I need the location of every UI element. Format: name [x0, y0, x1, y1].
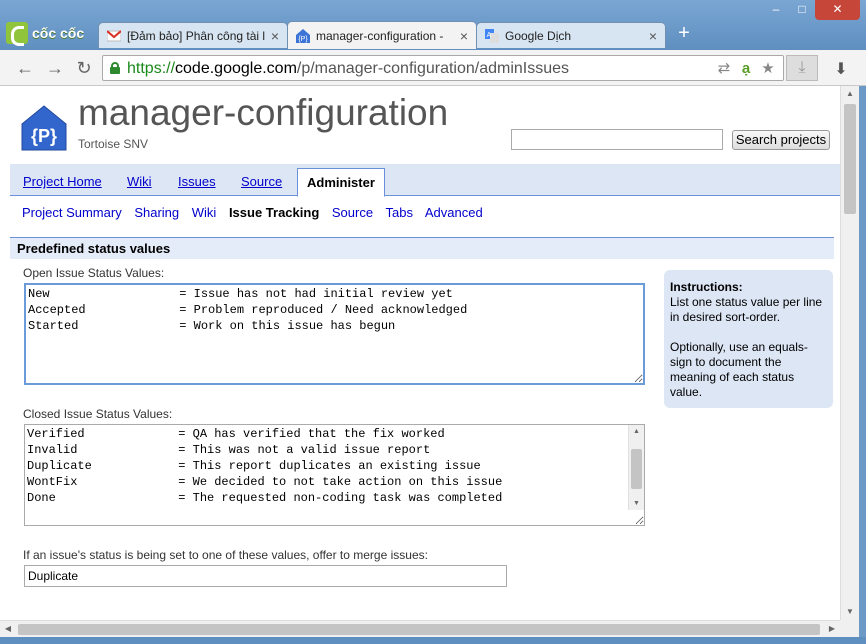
close-icon[interactable]: ×	[460, 28, 468, 44]
scroll-thumb[interactable]	[631, 449, 642, 489]
close-icon[interactable]: ×	[271, 28, 279, 44]
instructions-box: Instructions: List one status value per …	[664, 270, 833, 408]
scroll-thumb[interactable]	[844, 104, 856, 214]
url-scheme: https://	[127, 60, 176, 77]
svg-text:{P}: {P}	[298, 36, 308, 43]
subnav-project-summary[interactable]: Project Summary	[22, 205, 122, 220]
tab-source[interactable]: Source	[241, 174, 282, 189]
maximize-icon[interactable]: □	[789, 0, 815, 20]
open-status-label: Open Issue Status Values:	[23, 266, 165, 280]
instructions-line-1: List one status value per line in desire…	[670, 295, 823, 324]
window-bottom-edge	[0, 637, 866, 644]
svg-text:A: A	[487, 32, 492, 39]
google-translate-icon: A	[485, 28, 499, 43]
coccoc-logo-text: cốc cốc	[32, 25, 85, 41]
merge-label: If an issue's status is being set to one…	[23, 548, 428, 562]
section-title: Predefined status values	[10, 237, 834, 259]
subnav-source[interactable]: Source	[332, 205, 373, 220]
instructions-line-2: Optionally, use an equals-sign to docume…	[670, 340, 808, 399]
dictionary-icon[interactable]: ạ	[737, 60, 755, 78]
coccoc-logo-icon	[6, 22, 28, 46]
scroll-down-icon[interactable]: ▼	[841, 604, 859, 620]
tab-issues[interactable]: Issues	[178, 174, 216, 189]
closed-status-scrollbar[interactable]: ▲ ▼	[628, 425, 644, 510]
closed-status-textarea[interactable]: Verified = QA has verified that the fix …	[24, 424, 645, 526]
coccoc-logo[interactable]: cốc cốc	[6, 20, 92, 46]
browser-toolbar: ← → ↻ https://code.google.com/p/manager-…	[0, 50, 866, 86]
address-bar[interactable]: https://code.google.com/p/manager-config…	[102, 55, 784, 81]
tab-label: Google Dịch	[505, 28, 572, 43]
scroll-right-icon[interactable]: ▶	[824, 621, 840, 637]
tab-wiki[interactable]: Wiki	[127, 174, 152, 189]
window-close-icon[interactable]: ✕	[815, 0, 860, 20]
tab-label: [Đảm bảo] Phân công tài l	[127, 28, 265, 43]
browser-titlebar: cốc cốc [Đảm bảo] Phân công tài l × {P} …	[0, 0, 866, 50]
project-logo-icon: {P}	[21, 105, 67, 151]
scroll-thumb[interactable]	[18, 624, 820, 635]
reload-icon[interactable]: ↻	[73, 57, 95, 79]
url-text: https://code.google.com/p/manager-config…	[127, 60, 569, 78]
tab-label: manager-configuration -	[316, 28, 444, 43]
subnav-tabs[interactable]: Tabs	[385, 205, 412, 220]
download-box-icon[interactable]: ⤓	[786, 55, 818, 81]
tab-gmail[interactable]: [Đảm bảo] Phân công tài l ×	[98, 22, 288, 48]
scroll-up-icon[interactable]: ▲	[629, 425, 644, 438]
url-host: code.google.com	[175, 60, 297, 77]
google-code-icon: {P}	[296, 28, 310, 43]
star-icon[interactable]: ★	[759, 60, 777, 78]
translate-icon[interactable]: ⇄	[715, 60, 733, 78]
forward-icon[interactable]: →	[44, 57, 66, 79]
minimize-icon[interactable]: –	[763, 0, 789, 20]
svg-text:{P}: {P}	[31, 126, 57, 146]
scroll-down-icon[interactable]: ▼	[629, 497, 644, 510]
merge-status-input[interactable]: Duplicate	[24, 565, 507, 587]
subnav-wiki[interactable]: Wiki	[192, 205, 217, 220]
closed-status-label: Closed Issue Status Values:	[23, 407, 173, 421]
subnav-issue-tracking: Issue Tracking	[228, 205, 320, 220]
admin-sub-nav: Project Summary Sharing Wiki Issue Track…	[22, 205, 492, 220]
lock-icon	[110, 62, 120, 74]
project-name: manager-configuration	[78, 92, 449, 133]
tab-manager-configuration[interactable]: {P} manager-configuration - ×	[287, 21, 477, 49]
subnav-sharing[interactable]: Sharing	[134, 205, 179, 220]
main-tab-bar: Project Home Wiki Issues Source Administ…	[10, 164, 840, 197]
gmail-icon	[107, 29, 121, 41]
tab-project-home[interactable]: Project Home	[23, 174, 102, 189]
page-horizontal-scrollbar[interactable]: ◀ ▶	[0, 620, 840, 637]
new-tab-icon[interactable]: +	[674, 23, 694, 44]
project-search-input[interactable]	[511, 129, 723, 150]
scrollbar-corner	[840, 620, 859, 637]
scroll-up-icon[interactable]: ▲	[841, 86, 859, 102]
tab-administer[interactable]: Administer	[297, 168, 385, 197]
tab-google-translate[interactable]: A Google Dịch ×	[476, 22, 666, 48]
url-path: /p/manager-configuration/adminIssues	[296, 60, 570, 77]
search-projects-button[interactable]: Search projects	[732, 130, 830, 150]
downloads-icon[interactable]: ⬇	[830, 59, 852, 79]
open-status-textarea[interactable]: New = Issue has not had initial review y…	[24, 283, 645, 385]
back-icon[interactable]: ←	[14, 57, 36, 79]
project-summary: Tortoise SNV	[78, 137, 149, 151]
close-icon[interactable]: ×	[649, 28, 657, 44]
page-vertical-scrollbar[interactable]: ▲ ▼	[840, 86, 859, 620]
scroll-left-icon[interactable]: ◀	[0, 621, 16, 637]
page-content: {P} manager-configuration Tortoise SNV S…	[0, 86, 840, 620]
instructions-heading: Instructions:	[670, 280, 743, 294]
subnav-advanced[interactable]: Advanced	[425, 205, 483, 220]
